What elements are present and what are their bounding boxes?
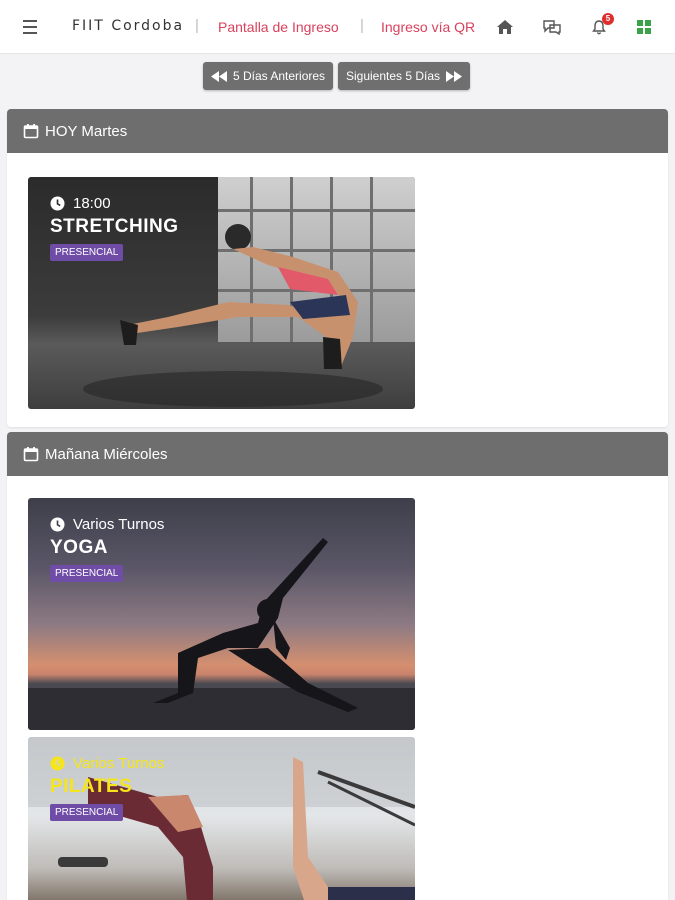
rewind-icon <box>211 70 227 82</box>
class-info: Varios Turnos PILATES PRESENCIAL <box>50 755 164 821</box>
bell-icon[interactable]: 5 <box>588 13 614 38</box>
class-card-stretching[interactable]: 18:00 STRETCHING PRESENCIAL <box>28 177 415 409</box>
class-time: Varios Turnos <box>73 516 165 533</box>
next-days-label: Siguientes 5 Días <box>346 69 441 83</box>
class-info: 18:00 STRETCHING PRESENCIAL <box>50 195 179 261</box>
class-card-pilates[interactable]: Varios Turnos PILATES PRESENCIAL <box>28 737 415 900</box>
class-time: 18:00 <box>73 195 111 212</box>
brand-name: FIIT Cordoba <box>72 18 185 34</box>
nav-link-pantalla-ingreso[interactable]: Pantalla de Ingreso <box>218 19 339 35</box>
notification-count-badge: 5 <box>602 13 614 25</box>
class-mode-badge: PRESENCIAL <box>50 565 124 582</box>
class-mode-badge: PRESENCIAL <box>50 244 124 261</box>
day-section-tomorrow: Mañana Miércoles Varios Turnos YOGA PRES… <box>7 432 668 900</box>
previous-days-label: 5 Días Anteriores <box>233 69 326 83</box>
nav-divider: | <box>360 17 364 34</box>
home-icon[interactable] <box>494 16 516 38</box>
day-section-title: Mañana Miércoles <box>45 445 168 463</box>
day-section-header: Mañana Miércoles <box>7 432 668 476</box>
class-time: Varios Turnos <box>73 755 165 772</box>
clock-icon <box>50 517 65 532</box>
nav-link-ingreso-qr[interactable]: Ingreso vía QR <box>381 19 475 35</box>
next-days-button[interactable]: Siguientes 5 Días <box>338 62 471 90</box>
clock-icon <box>50 756 65 771</box>
class-name: STRETCHING <box>50 216 179 237</box>
day-section-title: HOY Martes <box>45 122 128 140</box>
nav-divider: | <box>195 17 199 34</box>
fast-forward-icon <box>446 70 463 82</box>
calendar-icon <box>23 124 39 139</box>
class-info: Varios Turnos YOGA PRESENCIAL <box>50 516 164 582</box>
calendar-icon <box>23 447 39 462</box>
chat-icon[interactable] <box>541 16 563 38</box>
day-section-today: HOY Martes 18:00 STRETCHING PRESENCIAL <box>7 109 668 427</box>
menu-icon[interactable] <box>20 16 42 38</box>
class-card-yoga[interactable]: Varios Turnos YOGA PRESENCIAL <box>28 498 415 730</box>
class-mode-badge: PRESENCIAL <box>50 804 124 821</box>
top-navbar: FIIT Cordoba | Pantalla de Ingreso | Ing… <box>0 0 675 54</box>
class-name: PILATES <box>50 776 133 797</box>
class-name: YOGA <box>50 537 108 558</box>
grid-icon[interactable] <box>633 16 655 38</box>
previous-days-button[interactable]: 5 Días Anteriores <box>203 62 334 90</box>
clock-icon <box>50 196 65 211</box>
day-section-header: HOY Martes <box>7 109 668 153</box>
